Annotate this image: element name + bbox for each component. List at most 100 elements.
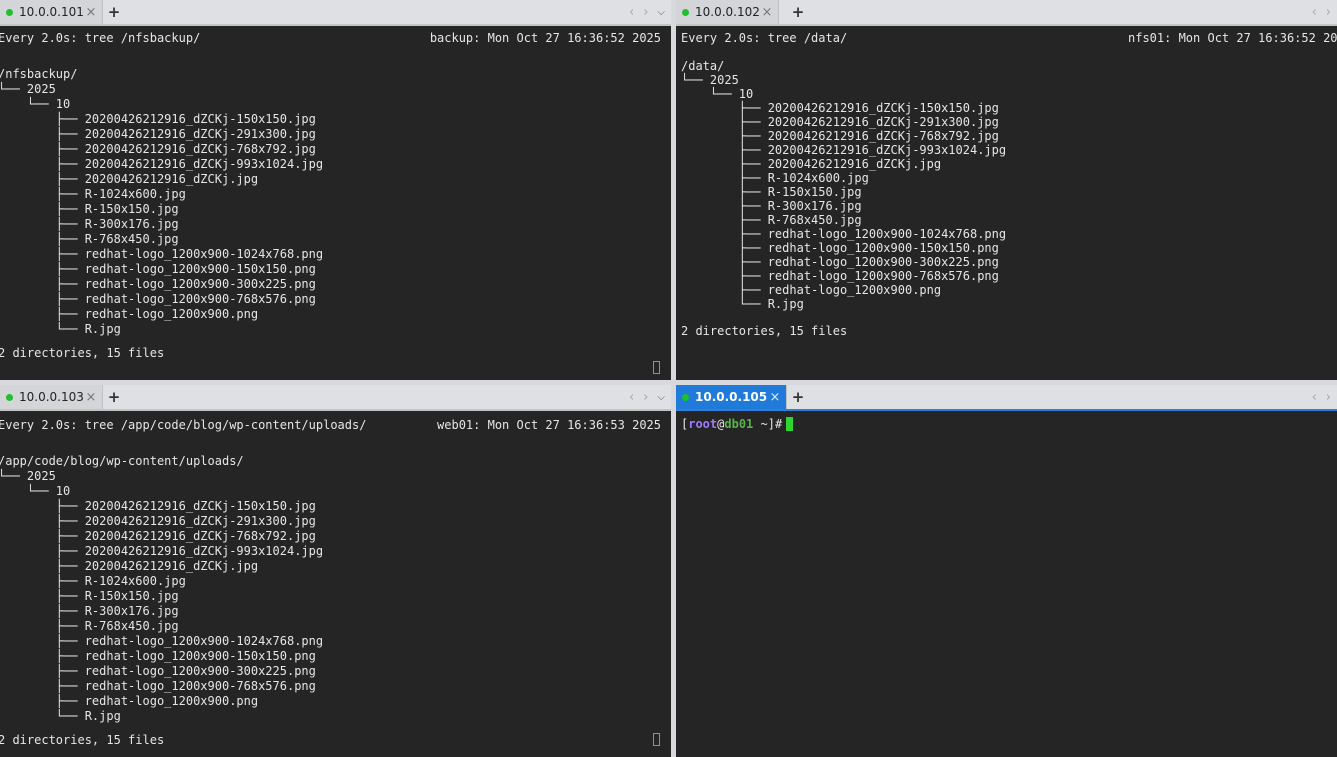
tree-entry: ├── 20200426212916_dZCKj.jpg (681, 157, 942, 171)
tree-entry: └── 10 (0, 97, 71, 111)
tree-entry: └── 10 (681, 87, 754, 101)
terminal-output[interactable]: Every 2.0s: tree /app/code/blog/wp-conte… (0, 411, 671, 757)
tree-entry: ├── 20200426212916_dZCKj.jpg (0, 559, 259, 573)
tree-summary: 2 directories, 15 files (0, 346, 165, 360)
chevron-right-icon[interactable]: › (1326, 5, 1331, 20)
tree-entry: ├── 20200426212916_dZCKj.jpg (0, 172, 259, 186)
connection-status-dot-icon (6, 8, 13, 16)
tree-entry: ├── redhat-logo_1200x900-150x150.png (0, 262, 316, 276)
connection-status-dot-icon (6, 393, 13, 401)
tree-root: /nfsbackup/ (0, 67, 78, 81)
terminal-output[interactable]: Every 2.0s: tree /nfsbackup/ backup: Mon… (0, 26, 671, 380)
chevron-right-icon[interactable]: › (643, 390, 648, 405)
chevron-left-icon[interactable]: ‹ (1312, 5, 1317, 20)
tree-entry: ├── 20200426212916_dZCKj-993x1024.jpg (0, 157, 324, 171)
tree-entry: └── 2025 (0, 82, 56, 96)
tab-10-0-0-103[interactable]: 10.0.0.103 × (0, 385, 103, 409)
tree-entry: ├── redhat-logo_1200x900-300x225.png (681, 255, 999, 269)
tab-navigation: ‹ › ⌵ (629, 385, 665, 409)
chevron-right-icon[interactable]: › (643, 5, 648, 20)
tree-summary: 2 directories, 15 files (0, 733, 165, 747)
prompt-suffix: ~]# (753, 417, 783, 431)
prompt-host: db01 (724, 417, 754, 431)
new-tab-button[interactable]: + (787, 385, 809, 409)
tree-entry: ├── 20200426212916_dZCKj-150x150.jpg (0, 499, 316, 513)
new-tab-button[interactable]: + (787, 0, 809, 24)
tab-label: 10.0.0.102 (695, 5, 760, 19)
new-tab-button[interactable]: + (103, 385, 125, 409)
tab-label: 10.0.0.101 (19, 5, 84, 19)
tree-entry: ├── R-300x176.jpg (681, 199, 862, 213)
tree-entry: └── 2025 (681, 73, 739, 87)
tree-summary: 2 directories, 15 files (681, 324, 848, 338)
tree-entry: ├── redhat-logo_1200x900.png (681, 283, 942, 297)
tree-entry: ├── redhat-logo_1200x900-768x576.png (0, 292, 316, 306)
tree-entry: ├── R-150x150.jpg (681, 185, 862, 199)
tree-entry: └── R.jpg (0, 709, 121, 723)
tree-entry: ├── redhat-logo_1200x900-1024x768.png (0, 634, 324, 648)
tab-10-0-0-105[interactable]: 10.0.0.105 × (676, 385, 787, 409)
close-tab-icon[interactable]: × (84, 5, 98, 20)
tab-label: 10.0.0.105 (695, 390, 768, 404)
tree-root: /app/code/blog/wp-content/uploads/ (0, 454, 244, 468)
terminal-output[interactable]: [root@db01 ~]# (676, 411, 1337, 757)
terminal-pane-10-0-0-102[interactable]: 10.0.0.102 × + ‹ › Every 2.0s: tree /dat… (676, 0, 1337, 380)
tree-entry: └── 10 (0, 484, 71, 498)
tab-bar: 10.0.0.103 × + ‹ › ⌵ (0, 385, 671, 411)
tab-navigation: ‹ › ⌵ (629, 0, 665, 24)
tree-entry: ├── R-300x176.jpg (0, 217, 179, 231)
tree-entry: ├── redhat-logo_1200x900-300x225.png (0, 664, 316, 678)
tree-entry: ├── R-1024x600.jpg (0, 574, 186, 588)
watch-command-header: Every 2.0s: tree /nfsbackup/ (0, 31, 201, 45)
tree-entry: ├── 20200426212916_dZCKj-150x150.jpg (681, 101, 999, 115)
chevron-right-icon[interactable]: › (1326, 390, 1331, 405)
close-tab-icon[interactable]: × (760, 5, 774, 20)
shell-prompt: [root@db01 ~]# (681, 417, 782, 431)
tree-entry: ├── R-150x150.jpg (0, 589, 179, 603)
tree-entry: ├── 20200426212916_dZCKj-291x300.jpg (0, 514, 316, 528)
tab-10-0-0-101[interactable]: 10.0.0.101 × (0, 0, 103, 24)
tree-entry: ├── redhat-logo_1200x900-150x150.png (0, 649, 316, 663)
close-tab-icon[interactable]: × (768, 390, 782, 405)
terminal-pane-10-0-0-101[interactable]: 10.0.0.101 × + ‹ › ⌵ Every 2.0s: tree /n… (0, 0, 671, 380)
watch-status: backup: Mon Oct 27 16:36:52 2025 (429, 31, 661, 45)
tab-navigation: ‹ › (1312, 0, 1331, 24)
terminal-cursor (786, 417, 793, 431)
tree-entry: ├── R-768x450.jpg (0, 232, 179, 246)
tab-10-0-0-102[interactable]: 10.0.0.102 × (676, 0, 779, 24)
connection-status-dot-icon (682, 8, 689, 16)
tree-entry: ├── 20200426212916_dZCKj-993x1024.jpg (681, 143, 1007, 157)
terminal-pane-10-0-0-105[interactable]: 10.0.0.105 × + ‹ › [root@db01 ~]# (676, 385, 1337, 757)
terminal-output[interactable]: Every 2.0s: tree /data/ nfs01: Mon Oct 2… (676, 26, 1337, 380)
tree-entry: ├── redhat-logo_1200x900.png (0, 694, 259, 708)
close-tab-icon[interactable]: × (84, 390, 98, 405)
chevron-down-icon[interactable]: ⌵ (657, 392, 665, 403)
chevron-left-icon[interactable]: ‹ (629, 390, 634, 405)
watch-command-header: Every 2.0s: tree /data/ (681, 31, 848, 45)
tree-entry: └── R.jpg (681, 297, 804, 311)
tree-entry: ├── R-768x450.jpg (0, 619, 179, 633)
tab-bar: 10.0.0.105 × + ‹ › (676, 385, 1337, 411)
tree-entry: ├── redhat-logo_1200x900-1024x768.png (681, 227, 1007, 241)
tree-entry: ├── redhat-logo_1200x900-768x576.png (681, 269, 999, 283)
tree-entry: ├── redhat-logo_1200x900-768x576.png (0, 679, 316, 693)
chevron-left-icon[interactable]: ‹ (629, 5, 634, 20)
new-tab-button[interactable]: + (103, 0, 125, 24)
terminal-pane-10-0-0-103[interactable]: 10.0.0.103 × + ‹ › ⌵ Every 2.0s: tree /a… (0, 385, 671, 757)
tree-entry: ├── 20200426212916_dZCKj-768x792.jpg (0, 142, 316, 156)
tab-bar: 10.0.0.102 × + ‹ › (676, 0, 1337, 26)
tree-entry: ├── 20200426212916_dZCKj-291x300.jpg (0, 127, 316, 141)
tree-entry: ├── redhat-logo_1200x900-300x225.png (0, 277, 316, 291)
tree-entry: ├── 20200426212916_dZCKj-291x300.jpg (681, 115, 999, 129)
tree-entry: ├── R-768x450.jpg (681, 213, 862, 227)
tree-entry: └── 2025 (0, 469, 56, 483)
terminal-cursor (653, 733, 660, 746)
tab-bar: 10.0.0.101 × + ‹ › ⌵ (0, 0, 671, 26)
tree-entry: ├── R-1024x600.jpg (0, 187, 186, 201)
tab-navigation: ‹ › (1312, 385, 1331, 409)
tree-entry: ├── 20200426212916_dZCKj-768x792.jpg (0, 529, 316, 543)
chevron-down-icon[interactable]: ⌵ (657, 7, 665, 18)
chevron-left-icon[interactable]: ‹ (1312, 390, 1317, 405)
tree-entry: ├── 20200426212916_dZCKj-150x150.jpg (0, 112, 316, 126)
tree-entry: ├── redhat-logo_1200x900-150x150.png (681, 241, 999, 255)
